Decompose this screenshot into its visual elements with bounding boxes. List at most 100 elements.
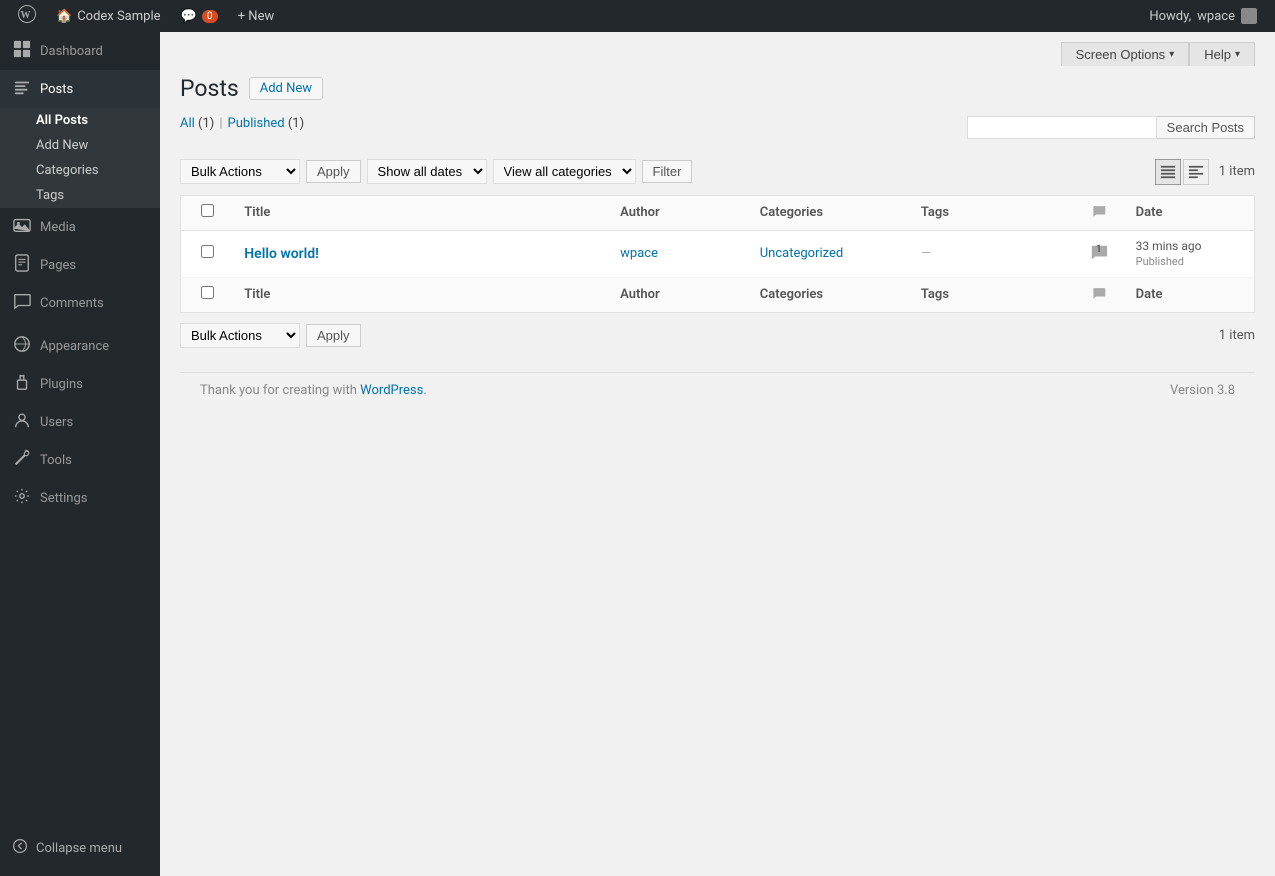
foot-author-col[interactable]: Author [610, 277, 750, 312]
date-relative: 33 mins ago [1136, 239, 1202, 253]
submenu-add-new[interactable]: Add New [0, 133, 160, 158]
admin-bar: W 🏠 Codex Sample 💬 0 + New Howdy, wpace [0, 0, 1275, 32]
sidebar-item-plugins[interactable]: Plugins [0, 365, 160, 403]
wp-logo-item[interactable]: W [8, 0, 46, 32]
svg-text:W: W [21, 10, 31, 21]
submenu-all-posts[interactable]: All Posts [0, 108, 160, 133]
help-label: Help [1204, 47, 1231, 62]
dashboard-icon [12, 40, 32, 62]
list-view-button[interactable] [1155, 159, 1181, 185]
page-title: Posts [180, 74, 239, 104]
apply-button-bottom[interactable]: Apply [306, 324, 361, 347]
search-posts-button[interactable]: Search Posts [1157, 116, 1255, 139]
foot-title-col[interactable]: Title [234, 277, 610, 312]
comment-count-display: 1 [1089, 243, 1109, 265]
sidebar-item-pages-label: Pages [40, 258, 76, 273]
plugins-icon [12, 373, 32, 395]
filter-published-link[interactable]: Published (1) [228, 116, 305, 131]
categories-header[interactable]: Categories [750, 195, 911, 230]
row-categories-cell: Uncategorized [750, 230, 911, 277]
sidebar-item-users[interactable]: Users [0, 403, 160, 441]
footer-version: Version 3.8 [1170, 383, 1235, 398]
collapse-icon [12, 838, 28, 858]
sidebar-item-plugins-label: Plugins [40, 377, 83, 392]
help-button[interactable]: Help ▾ [1189, 42, 1255, 66]
sidebar-item-media[interactable]: Media [0, 208, 160, 246]
pages-icon [12, 254, 32, 276]
filter-all-link[interactable]: All (1) [180, 116, 214, 131]
new-content-item[interactable]: + New [228, 0, 285, 32]
collapse-menu[interactable]: Collapse menu [0, 830, 160, 866]
comments-item[interactable]: 💬 0 [171, 0, 228, 32]
search-box: Search Posts [967, 116, 1255, 139]
search-input[interactable] [967, 116, 1157, 139]
row-checkbox[interactable] [201, 245, 214, 258]
main-content: Screen Options ▾ Help ▾ Posts Add New Al… [160, 32, 1275, 876]
appearance-icon [12, 335, 32, 357]
media-icon [12, 216, 32, 238]
date-filter-select[interactable]: Show all dates [367, 159, 487, 184]
author-header[interactable]: Author [610, 195, 750, 230]
foot-tags-col[interactable]: Tags [911, 277, 1072, 312]
comment-header-icon [1092, 207, 1106, 222]
foot-date-col[interactable]: Date [1126, 277, 1255, 312]
row-author-cell: wpace [610, 230, 750, 277]
submenu-categories[interactable]: Categories [0, 158, 160, 183]
view-switch: 1 item [1155, 159, 1255, 185]
sidebar-item-posts[interactable]: Posts [0, 70, 160, 108]
admin-sidebar: Dashboard Posts All Posts Add New Catego… [0, 32, 160, 876]
screen-meta-toggle: Screen Options ▾ Help ▾ [180, 42, 1255, 66]
posts-submenu: All Posts Add New Categories Tags [0, 108, 160, 208]
bulk-actions-select-top[interactable]: Bulk Actions [180, 159, 300, 184]
date-status: Published [1136, 255, 1184, 268]
post-title-link[interactable]: Hello world! [244, 246, 319, 262]
sidebar-item-comments[interactable]: Comments [0, 284, 160, 322]
tools-icon [12, 449, 32, 471]
row-author-link[interactable]: wpace [620, 246, 658, 261]
user-info[interactable]: Howdy, wpace [1139, 8, 1267, 24]
sidebar-item-users-label: Users [40, 415, 73, 430]
page-footer: Thank you for creating with WordPress. V… [180, 372, 1255, 408]
foot-check-col [181, 277, 235, 312]
help-caret: ▾ [1235, 49, 1240, 60]
select-all-checkbox[interactable] [201, 204, 214, 217]
sidebar-item-settings[interactable]: Settings [0, 479, 160, 517]
date-header[interactable]: Date [1126, 195, 1255, 230]
posts-table-body: Hello world! wpace Uncategorized — [181, 230, 1255, 277]
screen-options-button[interactable]: Screen Options ▾ [1061, 42, 1190, 66]
title-header[interactable]: Title [234, 195, 610, 230]
footer-thank-you: Thank you for creating with [200, 383, 357, 398]
tags-header[interactable]: Tags [911, 195, 1072, 230]
sidebar-item-dashboard[interactable]: Dashboard [0, 32, 160, 70]
footer-credit: Thank you for creating with WordPress. [200, 383, 427, 398]
filter-sep: | [219, 116, 222, 131]
foot-categories-col[interactable]: Categories [750, 277, 911, 312]
footer-wp-link[interactable]: WordPress [360, 383, 423, 398]
foot-comments-col [1072, 277, 1126, 312]
screen-options-label: Screen Options [1076, 47, 1166, 62]
row-comments-cell: 1 [1072, 230, 1126, 277]
sidebar-item-pages[interactable]: Pages [0, 246, 160, 284]
foot-select-all-checkbox[interactable] [201, 286, 214, 299]
sidebar-item-tools[interactable]: Tools [0, 441, 160, 479]
username-text: wpace [1197, 9, 1235, 24]
home-icon: 🏠 [56, 9, 72, 24]
row-checkbox-cell [181, 230, 235, 277]
category-filter-select[interactable]: View all categories [493, 159, 636, 184]
filter-button[interactable]: Filter [642, 160, 693, 183]
wp-logo-icon: W [18, 5, 36, 28]
add-new-button[interactable]: Add New [249, 77, 323, 100]
sidebar-item-comments-label: Comments [40, 296, 104, 311]
subnav-search-row: All (1) | Published (1) Search Posts [180, 116, 1255, 149]
table-footer-row: Title Author Categories Tags Date [181, 277, 1255, 312]
row-category-link[interactable]: Uncategorized [760, 246, 843, 261]
apply-button-top[interactable]: Apply [306, 160, 361, 183]
excerpt-view-button[interactable] [1183, 159, 1209, 185]
site-name-item[interactable]: 🏠 Codex Sample [46, 0, 171, 32]
tablenav-bottom: Bulk Actions Apply 1 item [180, 319, 1255, 352]
select-all-col [181, 195, 235, 230]
sidebar-item-appearance[interactable]: Appearance [0, 327, 160, 365]
posts-icon [12, 78, 32, 100]
bulk-actions-select-bottom[interactable]: Bulk Actions [180, 323, 300, 348]
submenu-tags[interactable]: Tags [0, 183, 160, 208]
